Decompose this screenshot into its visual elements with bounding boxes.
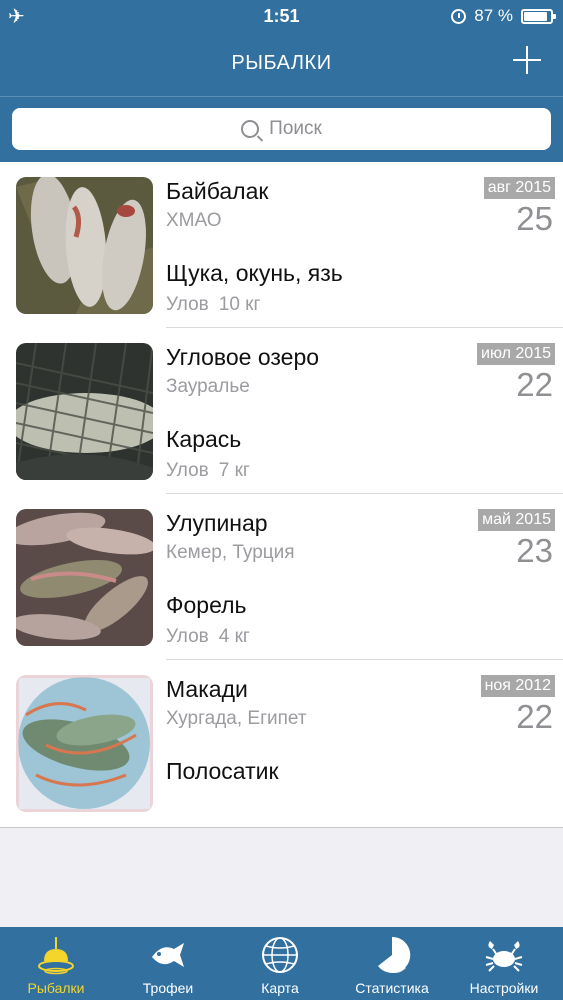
trip-catch: Улов 4 кг — [166, 626, 250, 648]
pie-chart-icon — [378, 936, 411, 974]
trip-month-badge: июл 2015 — [477, 343, 555, 365]
catch-label: Улов — [166, 626, 209, 647]
trip-catch: Улов 7 кг — [166, 460, 250, 482]
trip-region: ХМАО — [166, 210, 222, 231]
trip-catch: Улов 10 кг — [166, 294, 260, 316]
add-trip-button[interactable] — [511, 44, 543, 76]
trip-day: 25 — [516, 200, 553, 237]
search-field[interactable]: Поиск — [12, 108, 551, 150]
tab-map[interactable]: Карта — [224, 927, 336, 1000]
tab-bar: Рыбалки Трофеи Карта Статистика Настройк… — [0, 927, 563, 1000]
trip-row[interactable]: Байбалак ХМАО Щука, окунь, язь Улов 10 кг… — [0, 162, 563, 328]
page-title: РЫБАЛКИ — [231, 52, 332, 74]
trip-fish: Форель — [166, 592, 247, 618]
tab-statistics[interactable]: Статистика — [336, 927, 448, 1000]
tab-statistics-label: Статистика — [355, 980, 429, 996]
globe-icon — [262, 937, 298, 973]
trip-month-badge: май 2015 — [478, 509, 555, 531]
trip-row[interactable]: Улупинар Кемер, Турция Форель Улов 4 кг м… — [0, 494, 563, 660]
trip-name: Байбалак — [166, 178, 269, 204]
fish-on-grass-photo — [16, 177, 153, 314]
tab-map-label: Карта — [261, 980, 299, 996]
trip-name: Макади — [166, 676, 248, 702]
trip-month-badge: авг 2015 — [483, 177, 555, 199]
tab-settings-label: Настройки — [469, 980, 539, 996]
tab-trips[interactable]: Рыбалки — [0, 927, 112, 1000]
trip-month-badge: ноя 2012 — [480, 675, 555, 697]
trip-region: Зауралье — [166, 376, 250, 397]
trip-day: 23 — [516, 532, 553, 569]
trip-region: Хургада, Египет — [166, 708, 307, 729]
trip-row[interactable]: Угловое озеро Зауралье Карась Улов 7 кг и… — [0, 328, 563, 494]
trip-day: 22 — [516, 366, 553, 403]
trip-fish: Полосатик — [166, 758, 279, 784]
trips-list: Байбалак ХМАО Щука, окунь, язь Улов 10 кг… — [0, 162, 563, 828]
header: ✈ 1:51 87 % РЫБАЛКИ Поиск — [0, 0, 563, 162]
crab-icon — [485, 941, 523, 972]
catch-value: 10 кг — [218, 294, 261, 315]
carp-in-net-photo — [16, 343, 153, 480]
trip-fish: Щука, окунь, язь — [166, 260, 343, 286]
catch-value: 4 кг — [218, 626, 250, 647]
tab-trips-label: Рыбалки — [27, 980, 85, 996]
search-icon — [241, 120, 260, 138]
fish-in-bag-photo — [16, 675, 153, 812]
float-bobber-icon — [38, 937, 74, 975]
catch-value: 7 кг — [218, 460, 250, 481]
alarm-icon — [451, 8, 467, 24]
battery-percent: 87 % — [474, 6, 513, 25]
tab-settings[interactable]: Настройки — [448, 927, 560, 1000]
trip-region: Кемер, Турция — [166, 542, 295, 563]
trip-row[interactable]: Макади Хургада, Египет Полосатик ноя 201… — [0, 660, 563, 826]
catch-label: Улов — [166, 460, 209, 481]
trip-name: Угловое озеро — [166, 344, 320, 370]
trip-name: Улупинар — [166, 510, 268, 536]
nav-divider — [0, 96, 563, 97]
fish-icon — [152, 943, 184, 967]
search-placeholder: Поиск — [269, 118, 322, 139]
battery-icon — [521, 8, 556, 24]
tab-trophies[interactable]: Трофеи — [112, 927, 224, 1000]
tab-trophies-label: Трофеи — [142, 980, 194, 996]
trout-pile-photo — [16, 509, 153, 646]
catch-label: Улов — [166, 294, 209, 315]
trip-day: 22 — [516, 698, 553, 735]
trip-fish: Карась — [166, 426, 242, 452]
status-bar: ✈ 1:51 87 % — [0, 0, 563, 32]
